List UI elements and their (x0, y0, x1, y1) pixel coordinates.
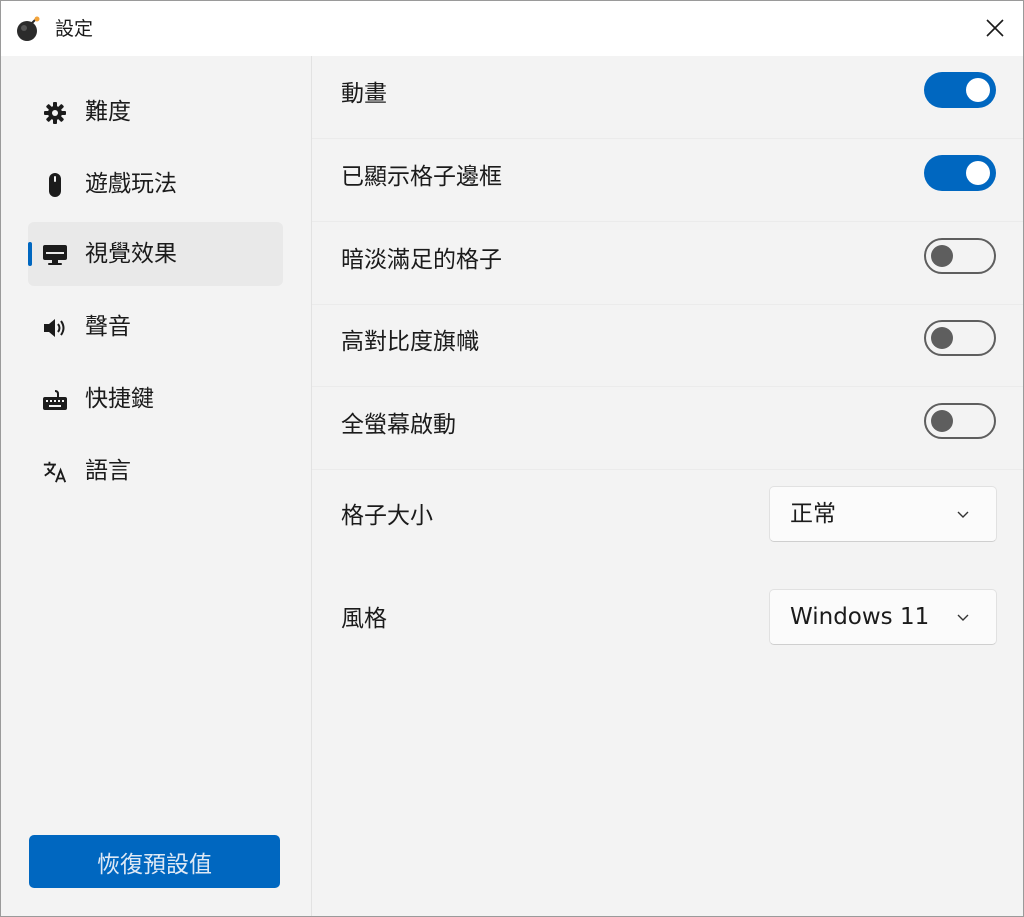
close-button[interactable] (973, 7, 1017, 49)
setting-row-cell-size: 格子大小 正常 (312, 466, 1023, 566)
bomb-icon (17, 16, 40, 41)
sidebar-item-shortcuts[interactable]: 快捷鍵 (28, 367, 283, 431)
window-title: 設定 (55, 18, 94, 40)
sidebar-item-label: 快捷鍵 (85, 386, 154, 412)
sidebar-item-label: 聲音 (85, 314, 131, 340)
sidebar: 難度 遊戲玩法 視覺效果 聲音 快捷鍵 語言 恢復預設值 (1, 56, 312, 916)
fullscreen-toggle[interactable] (924, 403, 996, 439)
chevron-down-icon (957, 614, 969, 621)
speaker-icon (42, 315, 68, 341)
sidebar-item-label: 難度 (85, 99, 131, 125)
cell-size-select[interactable]: 正常 (769, 486, 997, 542)
sidebar-item-language[interactable]: 語言 (28, 439, 283, 503)
setting-row-style: 風格 Windows 11 (312, 569, 1023, 669)
setting-row-animation: 動畫 (312, 56, 1023, 139)
sidebar-item-label: 遊戲玩法 (85, 171, 177, 197)
sidebar-item-gameplay[interactable]: 遊戲玩法 (28, 152, 283, 216)
settings-panel: 動畫 已顯示格子邊框 暗淡滿足的格子 高對比度旗幟 全螢幕啟動 格子大小 正常 (312, 56, 1023, 916)
sidebar-item-label: 視覺效果 (85, 241, 177, 267)
setting-label: 風格 (341, 606, 387, 632)
toggle-knob (966, 78, 990, 102)
settings-window: 設定 難度 遊戲玩法 視覺效果 聲音 快捷鍵 語言 恢復預設值 動畫 已顯示格子… (0, 0, 1024, 917)
toggle-knob (931, 245, 953, 267)
setting-row-dim-satisfied: 暗淡滿足的格子 (312, 222, 1023, 305)
style-select[interactable]: Windows 11 (769, 589, 997, 645)
chevron-down-icon (957, 511, 969, 518)
close-icon (986, 19, 1004, 37)
setting-label: 已顯示格子邊框 (341, 164, 502, 190)
setting-row-high-contrast-flags: 高對比度旗幟 (312, 304, 1023, 387)
setting-label: 全螢幕啟動 (341, 412, 456, 438)
sidebar-item-label: 語言 (85, 458, 131, 484)
high-contrast-flags-toggle[interactable] (924, 320, 996, 356)
gear-icon (42, 100, 68, 126)
setting-label: 高對比度旗幟 (341, 329, 479, 355)
cell-borders-toggle[interactable] (924, 155, 996, 191)
reset-defaults-button[interactable]: 恢復預設值 (29, 835, 280, 888)
toggle-knob (931, 327, 953, 349)
sidebar-item-sound[interactable]: 聲音 (28, 295, 283, 359)
keyboard-icon (42, 387, 68, 413)
dim-satisfied-toggle[interactable] (924, 238, 996, 274)
setting-row-cell-borders: 已顯示格子邊框 (312, 139, 1023, 222)
setting-row-fullscreen: 全螢幕啟動 (312, 387, 1023, 470)
select-value: Windows 11 (790, 604, 930, 630)
toggle-knob (966, 161, 990, 185)
active-indicator (28, 242, 32, 266)
mouse-icon (42, 172, 68, 198)
setting-label: 格子大小 (341, 503, 433, 529)
sidebar-item-difficulty[interactable]: 難度 (28, 80, 283, 144)
setting-label: 動畫 (341, 81, 387, 107)
translate-icon (42, 459, 68, 485)
title-bar: 設定 (1, 1, 1023, 56)
setting-label: 暗淡滿足的格子 (341, 247, 502, 273)
select-value: 正常 (790, 501, 836, 527)
sidebar-item-visual[interactable]: 視覺效果 (28, 222, 283, 286)
animation-toggle[interactable] (924, 72, 996, 108)
monitor-icon (42, 242, 68, 268)
toggle-knob (931, 410, 953, 432)
